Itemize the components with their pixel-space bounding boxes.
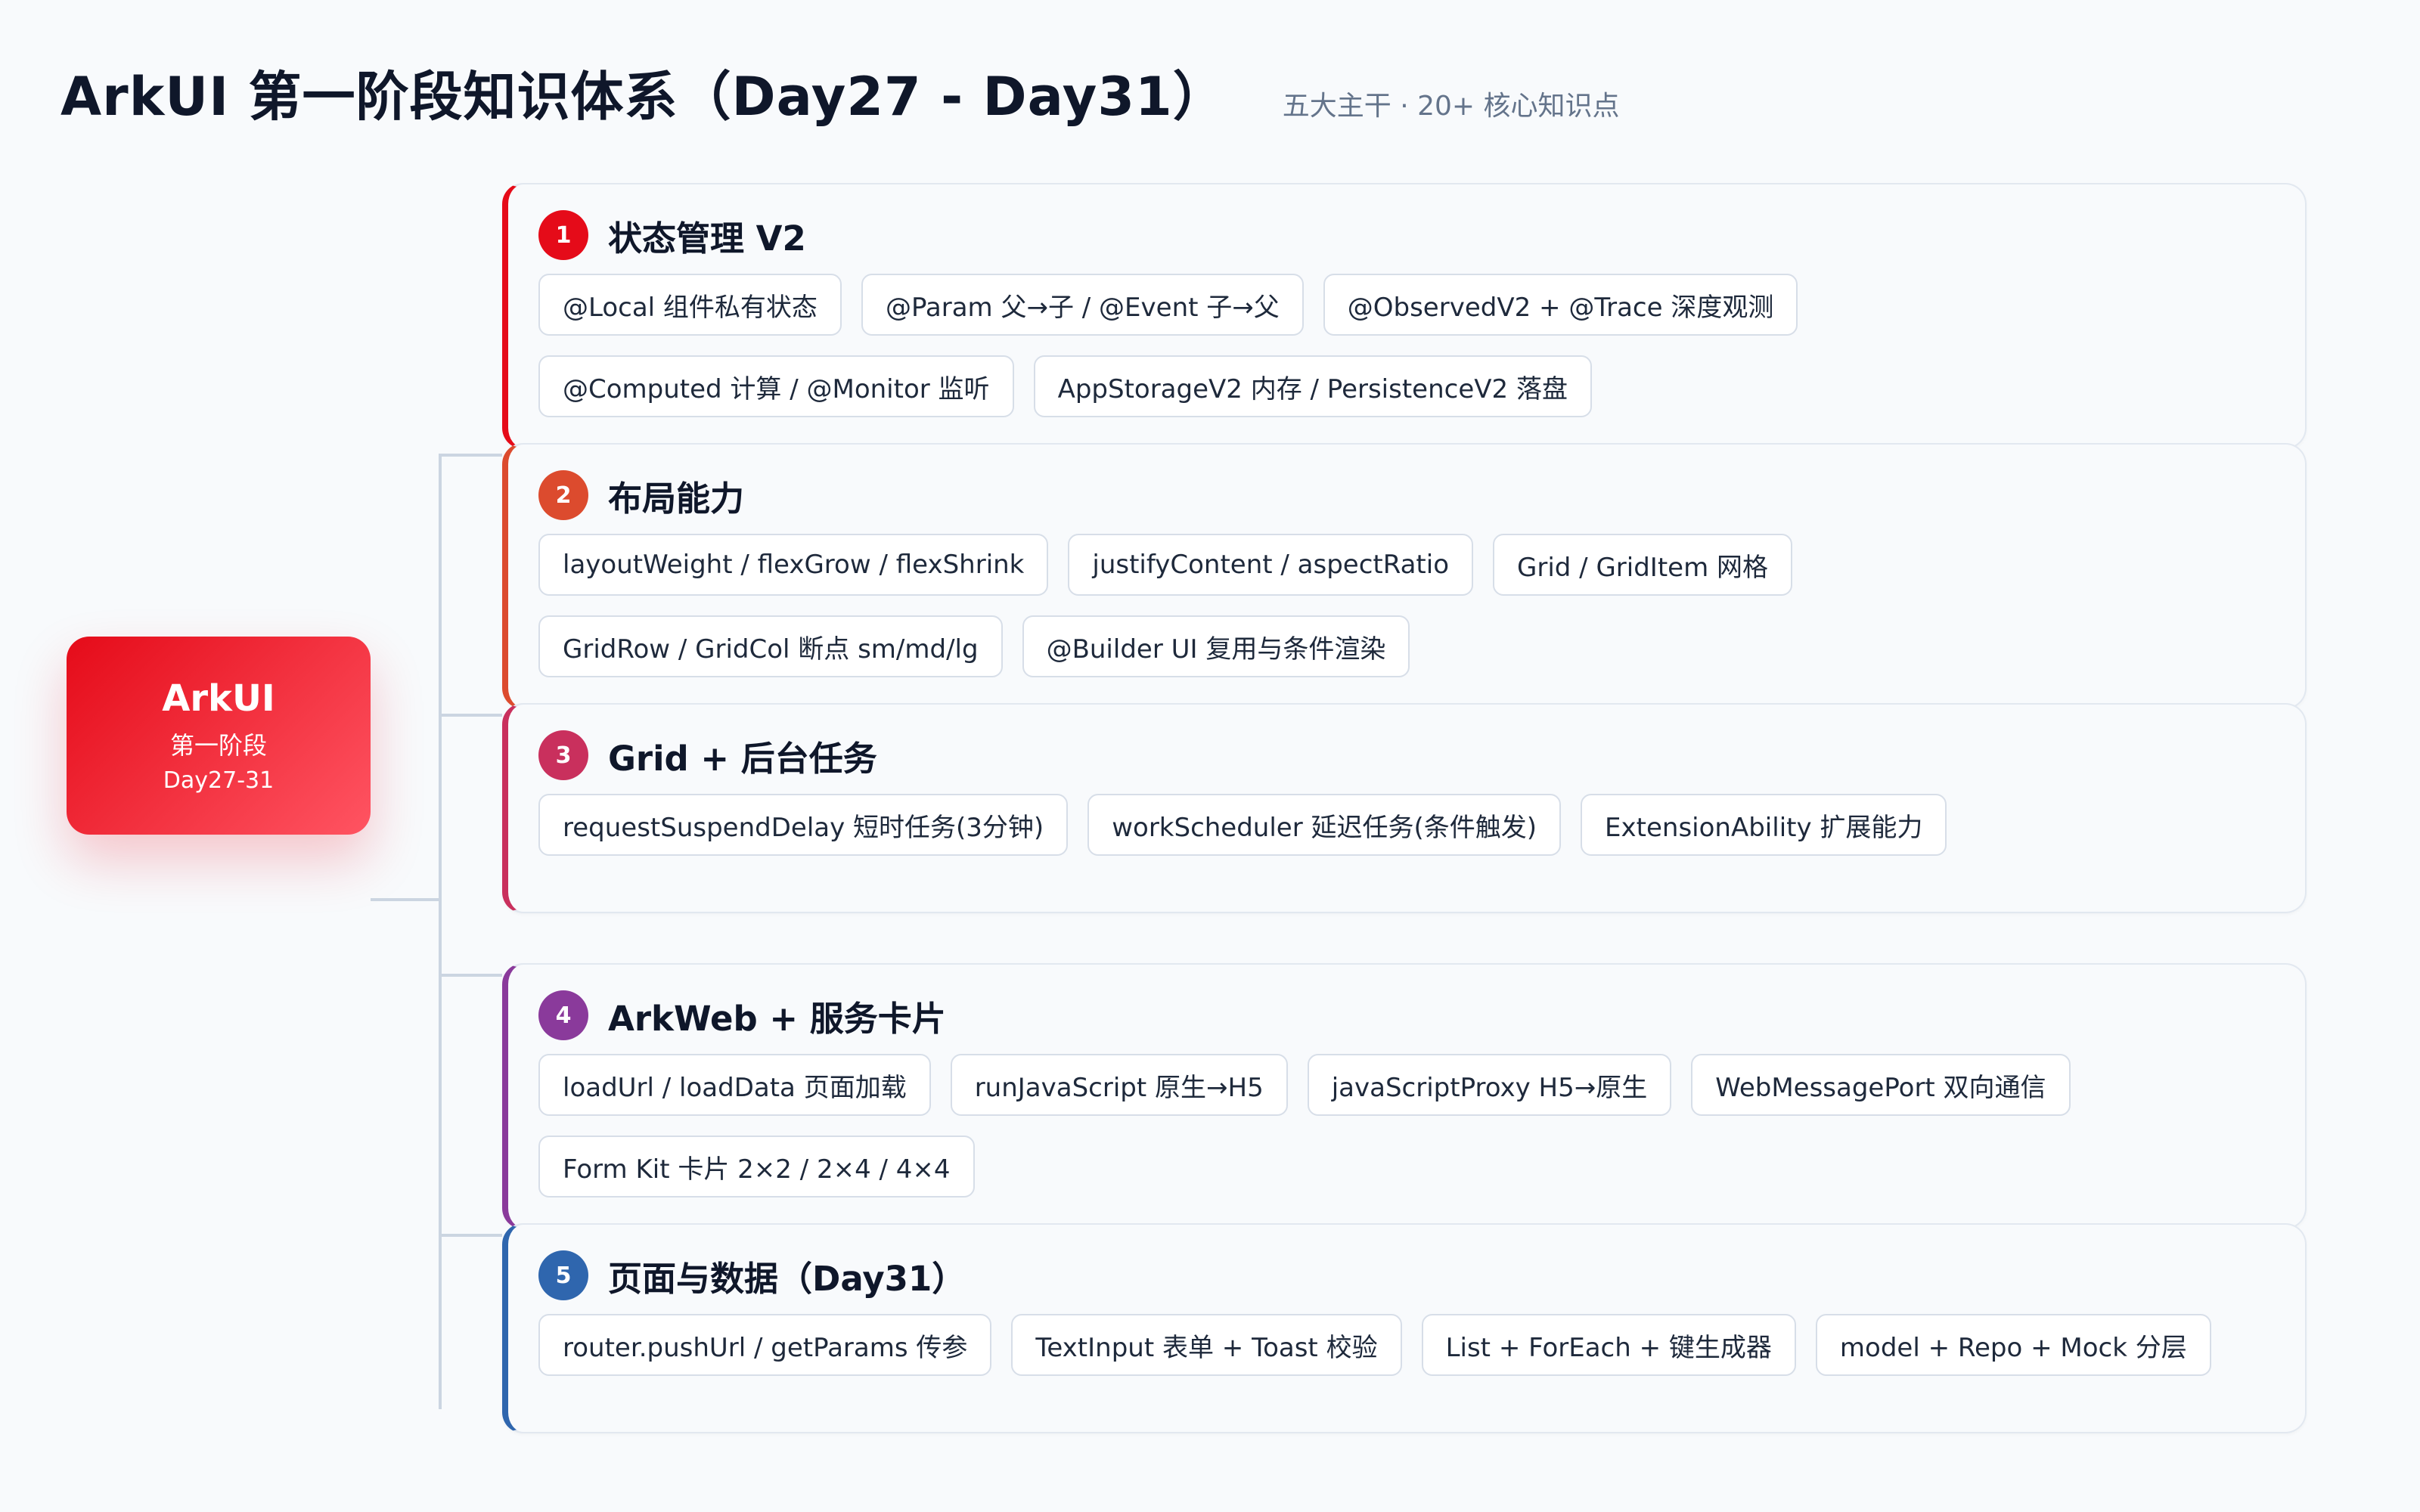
branch-title: 布局能力: [608, 478, 745, 519]
root-line-3: Day27-31: [163, 767, 275, 794]
knowledge-chip: javaScriptProxy H5→原生: [1307, 1054, 1672, 1116]
branch-header: 1 状态管理 V2: [538, 210, 2275, 260]
branch-layout-capability: 2 布局能力 layoutWeight / flexGrow / flexShr…: [502, 443, 2307, 709]
knowledge-chip: @Computed 计算 / @Monitor 监听: [538, 355, 1014, 417]
branch-title: Grid + 后台任务: [608, 738, 877, 779]
branch-title: 状态管理 V2: [608, 218, 806, 259]
branch-page-and-data: 5 页面与数据（Day31） router.pushUrl / getParam…: [502, 1223, 2307, 1433]
knowledge-chip: layoutWeight / flexGrow / flexShrink: [538, 534, 1049, 596]
branch-arkweb-service-card: 4 ArkWeb + 服务卡片 loadUrl / loadData 页面加载 …: [502, 963, 2307, 1229]
knowledge-chip: Form Kit 卡片 2×2 / 2×4 / 4×4: [538, 1136, 975, 1198]
knowledge-chip: workScheduler 延迟任务(条件触发): [1087, 794, 1562, 856]
knowledge-chip: TextInput 表单 + Toast 校验: [1011, 1314, 1402, 1376]
branch-chip-list: @Local 组件私有状态 @Param 父→子 / @Event 子→父 @O…: [538, 274, 2275, 417]
branch-number-badge: 4: [538, 990, 588, 1040]
knowledge-chip: model + Repo + Mock 分层: [1815, 1314, 2211, 1376]
branch-grid-background-tasks: 3 Grid + 后台任务 requestSuspendDelay 短时任务(3…: [502, 703, 2307, 913]
branch-header: 4 ArkWeb + 服务卡片: [538, 990, 2275, 1040]
knowledge-chip: @Local 组件私有状态: [538, 274, 842, 336]
branch-title: ArkWeb + 服务卡片: [608, 998, 946, 1039]
branch-number-badge: 1: [538, 210, 588, 260]
knowledge-chip: loadUrl / loadData 页面加载: [538, 1054, 931, 1116]
knowledge-chip: @Param 父→子 / @Event 子→父: [861, 274, 1304, 336]
knowledge-chip: runJavaScript 原生→H5: [950, 1054, 1288, 1116]
root-title: ArkUI: [162, 677, 275, 720]
branch-title: 页面与数据（Day31）: [608, 1258, 966, 1299]
knowledge-chip: @Builder UI 复用与条件渲染: [1022, 615, 1410, 677]
branch-header: 2 布局能力: [538, 470, 2275, 520]
knowledge-chip: justifyContent / aspectRatio: [1068, 534, 1474, 596]
branch-state-management: 1 状态管理 V2 @Local 组件私有状态 @Param 父→子 / @Ev…: [502, 183, 2307, 449]
branch-header: 5 页面与数据（Day31）: [538, 1250, 2275, 1300]
root-node: ArkUI 第一阶段 Day27-31: [67, 637, 371, 835]
root-line-2: 第一阶段: [169, 730, 267, 760]
knowledge-chip: router.pushUrl / getParams 传参: [538, 1314, 992, 1376]
branch-number-badge: 2: [538, 470, 588, 520]
branch-chip-list: requestSuspendDelay 短时任务(3分钟) workSchedu…: [538, 794, 2275, 856]
knowledge-chip: GridRow / GridCol 断点 sm/md/lg: [538, 615, 1003, 677]
branch-header: 3 Grid + 后台任务: [538, 730, 2275, 780]
knowledge-chip: AppStorageV2 内存 / PersistenceV2 落盘: [1033, 355, 1592, 417]
knowledge-chip: WebMessagePort 双向通信: [1691, 1054, 2071, 1116]
knowledge-chip: Grid / GridItem 网格: [1493, 534, 1792, 596]
page-subtitle: 五大主干 · 20+ 核心知识点: [1282, 91, 1620, 122]
mindmap-canvas: ArkUI 第一阶段知识体系（Day27 - Day31） 五大主干 · 20+…: [0, 0, 2420, 1512]
knowledge-chip: List + ForEach + 键生成器: [1421, 1314, 1796, 1376]
knowledge-chip: ExtensionAbility 扩展能力: [1581, 794, 1947, 856]
connector-root-stem: [371, 898, 440, 901]
branch-number-badge: 3: [538, 730, 588, 780]
connector-vertical-trunk: [439, 454, 442, 1409]
branch-number-badge: 5: [538, 1250, 588, 1300]
branch-chip-list: loadUrl / loadData 页面加载 runJavaScript 原生…: [538, 1054, 2275, 1198]
connector-branch-3: [439, 714, 502, 717]
knowledge-chip: requestSuspendDelay 短时任务(3分钟): [538, 794, 1069, 856]
connector-branch-2: [439, 454, 502, 457]
connector-branch-5: [439, 1234, 502, 1237]
connector-branch-4: [439, 974, 502, 977]
page-title: ArkUI 第一阶段知识体系（Day27 - Day31）: [60, 66, 1227, 128]
branch-chip-list: layoutWeight / flexGrow / flexShrink jus…: [538, 534, 2275, 677]
branch-chip-list: router.pushUrl / getParams 传参 TextInput …: [538, 1314, 2275, 1376]
knowledge-chip: @ObservedV2 + @Trace 深度观测: [1323, 274, 1798, 336]
header: ArkUI 第一阶段知识体系（Day27 - Day31） 五大主干 · 20+…: [60, 54, 1620, 131]
